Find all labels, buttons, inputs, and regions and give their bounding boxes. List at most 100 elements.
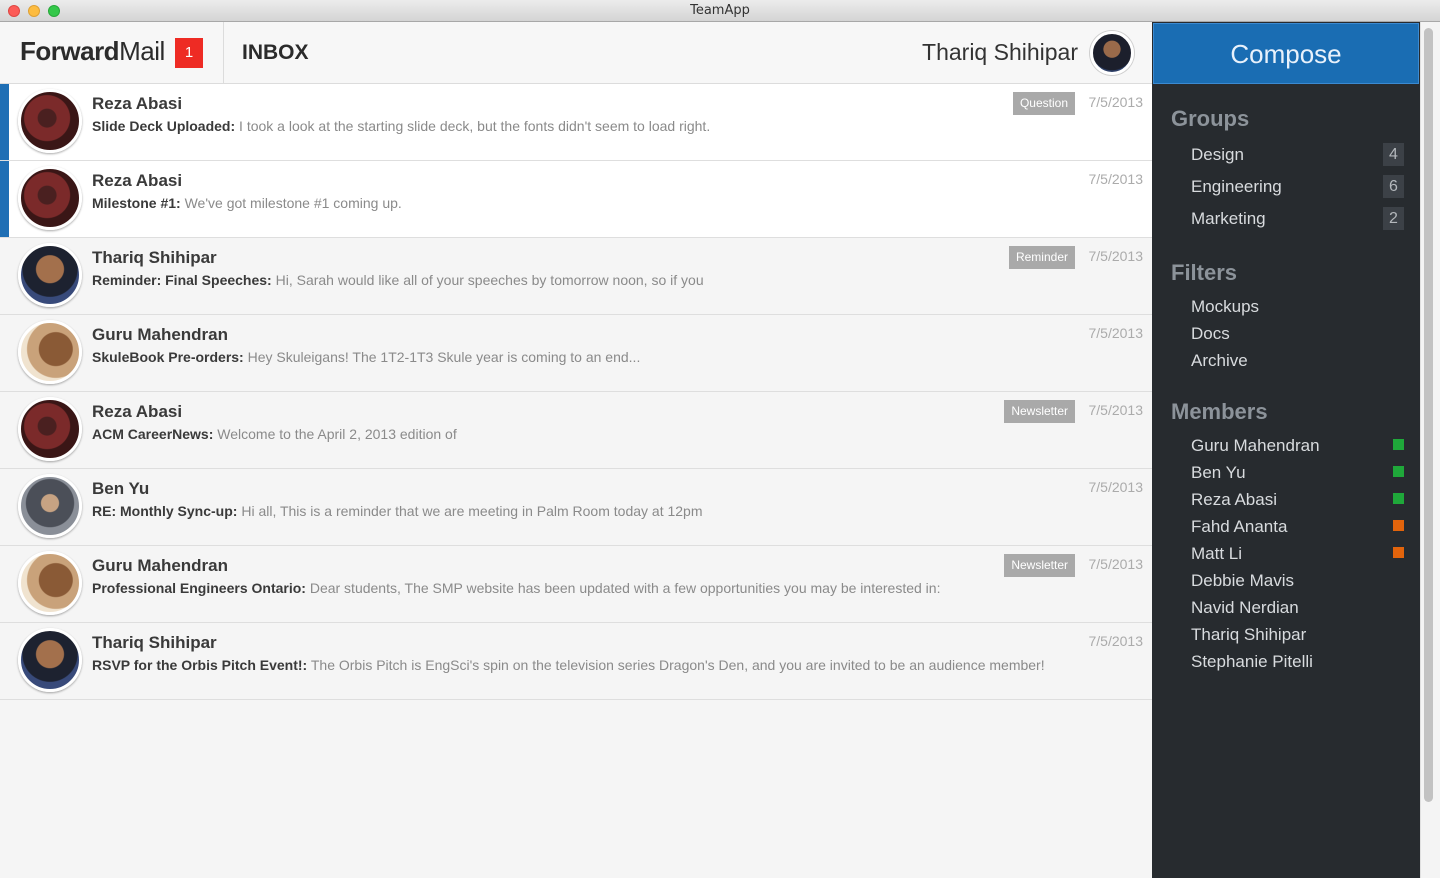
message-row[interactable]: Reza Abasi Milestone #1: We've got miles… (0, 161, 1152, 238)
member-item[interactable]: Thariq Shihipar (1191, 625, 1306, 645)
message-date: 7/5/2013 (1088, 248, 1144, 264)
window-titlebar: TeamApp (0, 0, 1440, 22)
brand-logo[interactable]: ForwardMail (20, 36, 165, 67)
member-item[interactable]: Fahd Ananta (1191, 517, 1287, 537)
filters-heading: Filters (1171, 260, 1238, 285)
message-sender: Guru Mahendran (92, 556, 229, 575)
message-date: 7/5/2013 (1088, 325, 1144, 341)
away-status-indicator (1393, 520, 1404, 531)
unread-indicator (0, 84, 9, 160)
message-row[interactable]: Guru Mahendran Professional Engineers On… (0, 546, 1152, 623)
message-row[interactable]: Reza Abasi ACM CareerNews: Welcome to th… (0, 392, 1152, 469)
sender-avatar (18, 243, 82, 307)
message-preview: Slide Deck Uploaded: I took a look at th… (92, 118, 710, 134)
sidebar: Compose Groups Design 4 Engineering 6 Ma… (1152, 22, 1420, 878)
members-heading: Members (1171, 399, 1268, 424)
message-tag[interactable]: Question (1012, 92, 1075, 115)
unread-count-badge: 1 (175, 38, 203, 68)
message-subject: Reminder: Final Speeches: (92, 272, 272, 288)
sender-avatar (18, 474, 82, 538)
member-item[interactable]: Ben Yu (1191, 463, 1246, 483)
message-row[interactable]: Ben Yu RE: Monthly Sync-up: Hi all, This… (0, 469, 1152, 546)
message-row[interactable]: Guru Mahendran SkuleBook Pre-orders: Hey… (0, 315, 1152, 392)
brand-area[interactable]: ForwardMail 1 (0, 22, 224, 83)
sender-avatar (18, 551, 82, 615)
scrollbar-thumb[interactable] (1424, 28, 1433, 802)
message-subject: ACM CareerNews: (92, 426, 214, 442)
message-preview: Reminder: Final Speeches: Hi, Sarah woul… (92, 272, 704, 288)
message-sender: Reza Abasi (92, 402, 183, 421)
sender-avatar (18, 166, 82, 230)
message-list: Reza Abasi Slide Deck Uploaded: I took a… (0, 84, 1152, 878)
away-status-indicator (1393, 547, 1404, 558)
compose-button[interactable]: Compose (1153, 23, 1419, 84)
message-row[interactable]: Reza Abasi Slide Deck Uploaded: I took a… (0, 84, 1152, 161)
message-sender: Reza Abasi (92, 171, 183, 190)
message-sender: Thariq Shihipar (92, 248, 217, 267)
message-snippet: Dear students, The SMP website has been … (305, 580, 941, 596)
message-date: 7/5/2013 (1088, 171, 1144, 187)
filter-item-archive[interactable]: Archive (1191, 351, 1248, 371)
window-title: TeamApp (690, 3, 750, 18)
message-row[interactable]: Thariq Shihipar Reminder: Final Speeches… (0, 238, 1152, 315)
message-preview: RE: Monthly Sync-up: Hi all, This is a r… (92, 503, 703, 519)
message-date: 7/5/2013 (1088, 633, 1144, 649)
page-title: INBOX (242, 41, 309, 64)
message-subject: SkuleBook Pre-orders: (92, 349, 244, 365)
message-snippet: Hey Skuleigans! The 1T2-1T3 Skule year i… (243, 349, 641, 365)
message-tag[interactable]: Newsletter (1004, 400, 1075, 423)
sender-avatar (18, 320, 82, 384)
message-tag[interactable]: Reminder (1008, 246, 1075, 269)
sender-avatar (18, 397, 82, 461)
message-preview: RSVP for the Orbis Pitch Event!: The Orb… (92, 657, 1045, 673)
message-subject: Milestone #1: (92, 195, 181, 211)
group-item-engineering[interactable]: Engineering (1191, 177, 1282, 197)
brand-name-bold: Forward (20, 36, 120, 66)
message-date: 7/5/2013 (1088, 479, 1144, 495)
message-preview: Milestone #1: We've got milestone #1 com… (92, 195, 402, 211)
unread-indicator (0, 161, 9, 237)
group-count-engineering: 6 (1383, 175, 1404, 198)
message-preview: Professional Engineers Ontario: Dear stu… (92, 580, 940, 596)
message-sender: Thariq Shihipar (92, 633, 217, 652)
online-status-indicator (1393, 466, 1404, 477)
group-count-marketing: 2 (1383, 207, 1404, 230)
current-user-name[interactable]: Thariq Shihipar (922, 39, 1078, 66)
member-item[interactable]: Navid Nerdian (1191, 598, 1299, 618)
message-snippet: Welcome to the April 2, 2013 edition of (213, 426, 457, 442)
member-item[interactable]: Reza Abasi (1191, 490, 1277, 510)
sender-avatar (18, 89, 82, 153)
sender-avatar (18, 628, 82, 692)
group-count-design: 4 (1383, 143, 1404, 166)
message-preview: SkuleBook Pre-orders: Hey Skuleigans! Th… (92, 349, 640, 365)
message-date: 7/5/2013 (1088, 556, 1144, 572)
message-tag[interactable]: Newsletter (1004, 554, 1075, 577)
message-snippet: We've got milestone #1 coming up. (180, 195, 402, 211)
brand-name-light: Mail (119, 36, 165, 66)
message-subject: Professional Engineers Ontario: (92, 580, 306, 596)
message-preview: ACM CareerNews: Welcome to the April 2, … (92, 426, 457, 442)
message-date: 7/5/2013 (1088, 94, 1144, 110)
message-sender: Ben Yu (92, 479, 150, 498)
message-sender: Reza Abasi (92, 94, 183, 113)
member-item[interactable]: Debbie Mavis (1191, 571, 1294, 591)
message-date: 7/5/2013 (1088, 402, 1144, 418)
online-status-indicator (1393, 439, 1404, 450)
message-snippet: Hi, Sarah would like all of your speeche… (271, 272, 704, 288)
group-item-design[interactable]: Design (1191, 145, 1244, 165)
member-item[interactable]: Stephanie Pitelli (1191, 652, 1313, 672)
member-item[interactable]: Matt Li (1191, 544, 1242, 564)
filter-item-docs[interactable]: Docs (1191, 324, 1230, 344)
message-sender: Guru Mahendran (92, 325, 229, 344)
message-snippet: The Orbis Pitch is EngSci's spin on the … (307, 657, 1045, 673)
groups-heading: Groups (1171, 106, 1250, 131)
member-item[interactable]: Guru Mahendran (1191, 436, 1320, 456)
app-header: ForwardMail 1 INBOX Thariq Shihipar (0, 22, 1152, 84)
message-subject: Slide Deck Uploaded: (92, 118, 236, 134)
message-snippet: Hi all, This is a reminder that we are m… (237, 503, 703, 519)
message-row[interactable]: Thariq Shihipar RSVP for the Orbis Pitch… (0, 623, 1152, 700)
message-subject: RE: Monthly Sync-up: (92, 503, 238, 519)
group-item-marketing[interactable]: Marketing (1191, 209, 1266, 229)
current-user-avatar[interactable] (1090, 31, 1134, 75)
filter-item-mockups[interactable]: Mockups (1191, 297, 1259, 317)
